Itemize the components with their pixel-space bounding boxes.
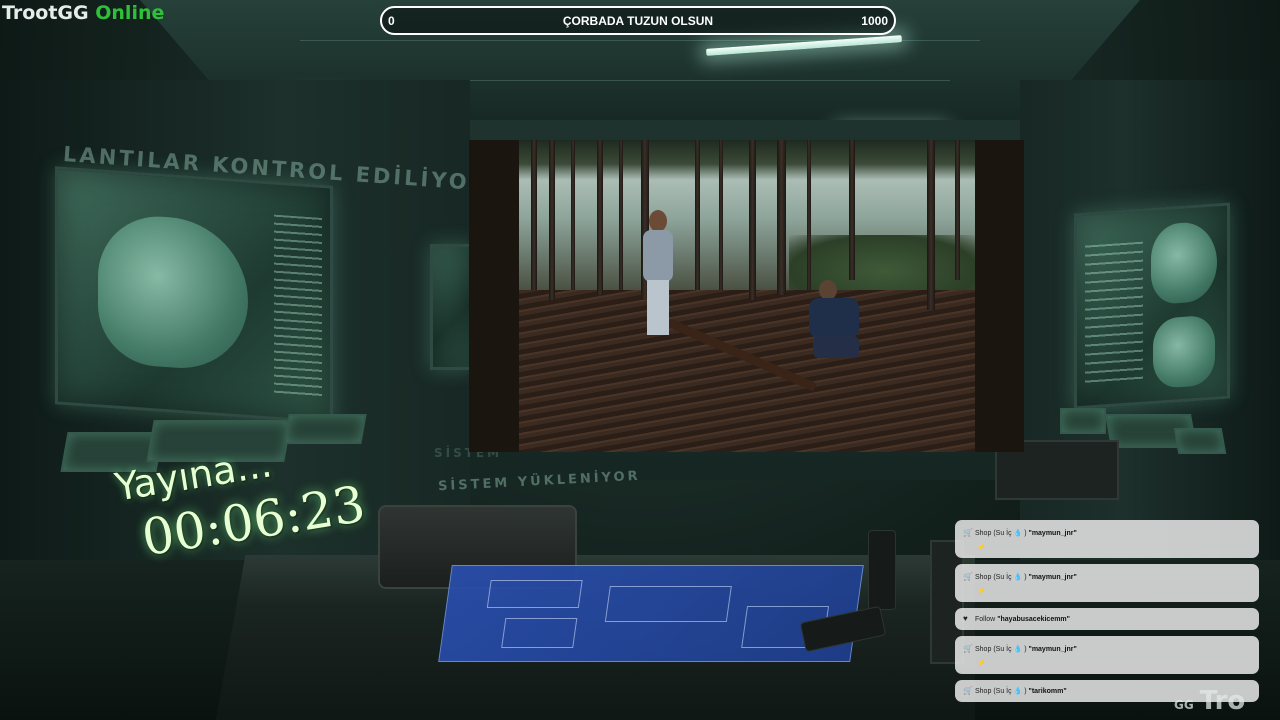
event-type: Shop	[975, 530, 992, 537]
event-item: 🛒 Shop (Su İç 💧 ) "maymun_jnr" ⚡	[955, 520, 1259, 558]
map-graphic	[98, 212, 248, 373]
brand-name: TrootGG	[2, 2, 89, 24]
footer-logo-small: GG	[1174, 698, 1194, 712]
tree-trunk	[849, 140, 855, 280]
person-standing	[643, 210, 673, 335]
blueprint-drawing	[501, 618, 578, 648]
event-type: Follow	[975, 616, 996, 623]
console-screen	[1173, 428, 1227, 454]
person-jeans	[813, 336, 859, 358]
blueprint-drawing	[604, 586, 732, 622]
event-user: "maymun_jnr"	[1028, 530, 1077, 537]
video-player[interactable]	[469, 140, 1024, 452]
console-screen	[283, 414, 367, 444]
footer-watermark-logo: GG Tro	[1174, 686, 1245, 716]
tree-trunk	[807, 140, 811, 290]
monitor-data-list	[274, 214, 322, 398]
heart-icon: ♥	[963, 614, 968, 623]
tree-trunk	[749, 140, 756, 300]
brand-suffix: Online	[95, 2, 165, 24]
person-jacket	[809, 298, 859, 338]
event-type: Shop	[975, 574, 992, 581]
tree-trunk	[719, 140, 723, 290]
footer-logo-large: Tro	[1199, 686, 1246, 716]
event-sub: ⚡	[977, 588, 986, 595]
event-item: 🛒 Shop (Su İç 💧 ) "maymun_jnr" ⚡	[955, 564, 1259, 602]
brand-logo: TrootGG Online	[2, 2, 164, 24]
person-jacket	[643, 230, 673, 282]
tree-trunk	[927, 140, 935, 310]
map-graphic	[1151, 220, 1217, 306]
cart-icon: 🛒	[963, 644, 973, 653]
event-sub: ⚡	[977, 544, 986, 551]
goal-progress-bar: 0 ÇORBADA TUZUN OLSUN 1000	[380, 6, 896, 35]
person-crouching	[799, 280, 869, 370]
event-item-name: (Su İç 💧 )	[993, 574, 1027, 581]
event-sub: ⚡	[977, 660, 986, 667]
cart-icon: 🛒	[963, 572, 973, 581]
video-frame	[519, 140, 975, 452]
side-monitor	[430, 244, 474, 370]
blueprint-sheet	[438, 565, 864, 662]
cart-icon: 🛒	[963, 686, 973, 695]
event-user: "hayabusacekicemm"	[997, 616, 1070, 623]
event-item-name: (Su İç 💧 )	[993, 646, 1027, 653]
event-type: Shop	[975, 646, 992, 653]
person-head	[649, 210, 667, 232]
cart-icon: 🛒	[963, 528, 973, 537]
tree-trunk	[597, 140, 603, 295]
tree-trunk	[777, 140, 786, 295]
event-item-name: (Su İç 💧 )	[993, 530, 1027, 537]
right-map-monitor	[1074, 202, 1230, 410]
event-user: "maymun_jnr"	[1028, 574, 1077, 581]
event-type: Shop	[975, 688, 992, 695]
event-user: "maymun_jnr"	[1028, 646, 1077, 653]
person-jeans	[647, 280, 669, 335]
tree-trunk	[571, 140, 575, 290]
tree-canopy	[519, 140, 975, 180]
tree-trunk	[695, 140, 700, 290]
map-graphic	[1153, 314, 1215, 389]
event-item-name: (Su İç 💧 )	[993, 688, 1027, 695]
blueprint-drawing	[486, 580, 583, 608]
event-item: 🛒 Shop (Su İç 💧 ) "maymun_jnr" ⚡	[955, 636, 1259, 674]
forest-ground	[519, 290, 975, 452]
monitor-data-list	[1085, 241, 1143, 386]
tree-trunk	[531, 140, 537, 290]
goal-title: ÇORBADA TUZUN OLSUN	[562, 14, 714, 28]
goal-max-value: 1000	[861, 14, 888, 28]
event-item: ♥ Follow "hayabusacekicemm"	[955, 608, 1259, 630]
walkie-talkie	[868, 530, 896, 610]
console-screen	[1060, 408, 1106, 434]
left-map-monitor	[55, 166, 333, 424]
person-head	[819, 280, 837, 300]
tree-trunk	[619, 140, 623, 290]
tree-trunk	[549, 140, 555, 300]
tree-trunk	[955, 140, 960, 280]
event-user: "tarikomm"	[1028, 688, 1067, 695]
